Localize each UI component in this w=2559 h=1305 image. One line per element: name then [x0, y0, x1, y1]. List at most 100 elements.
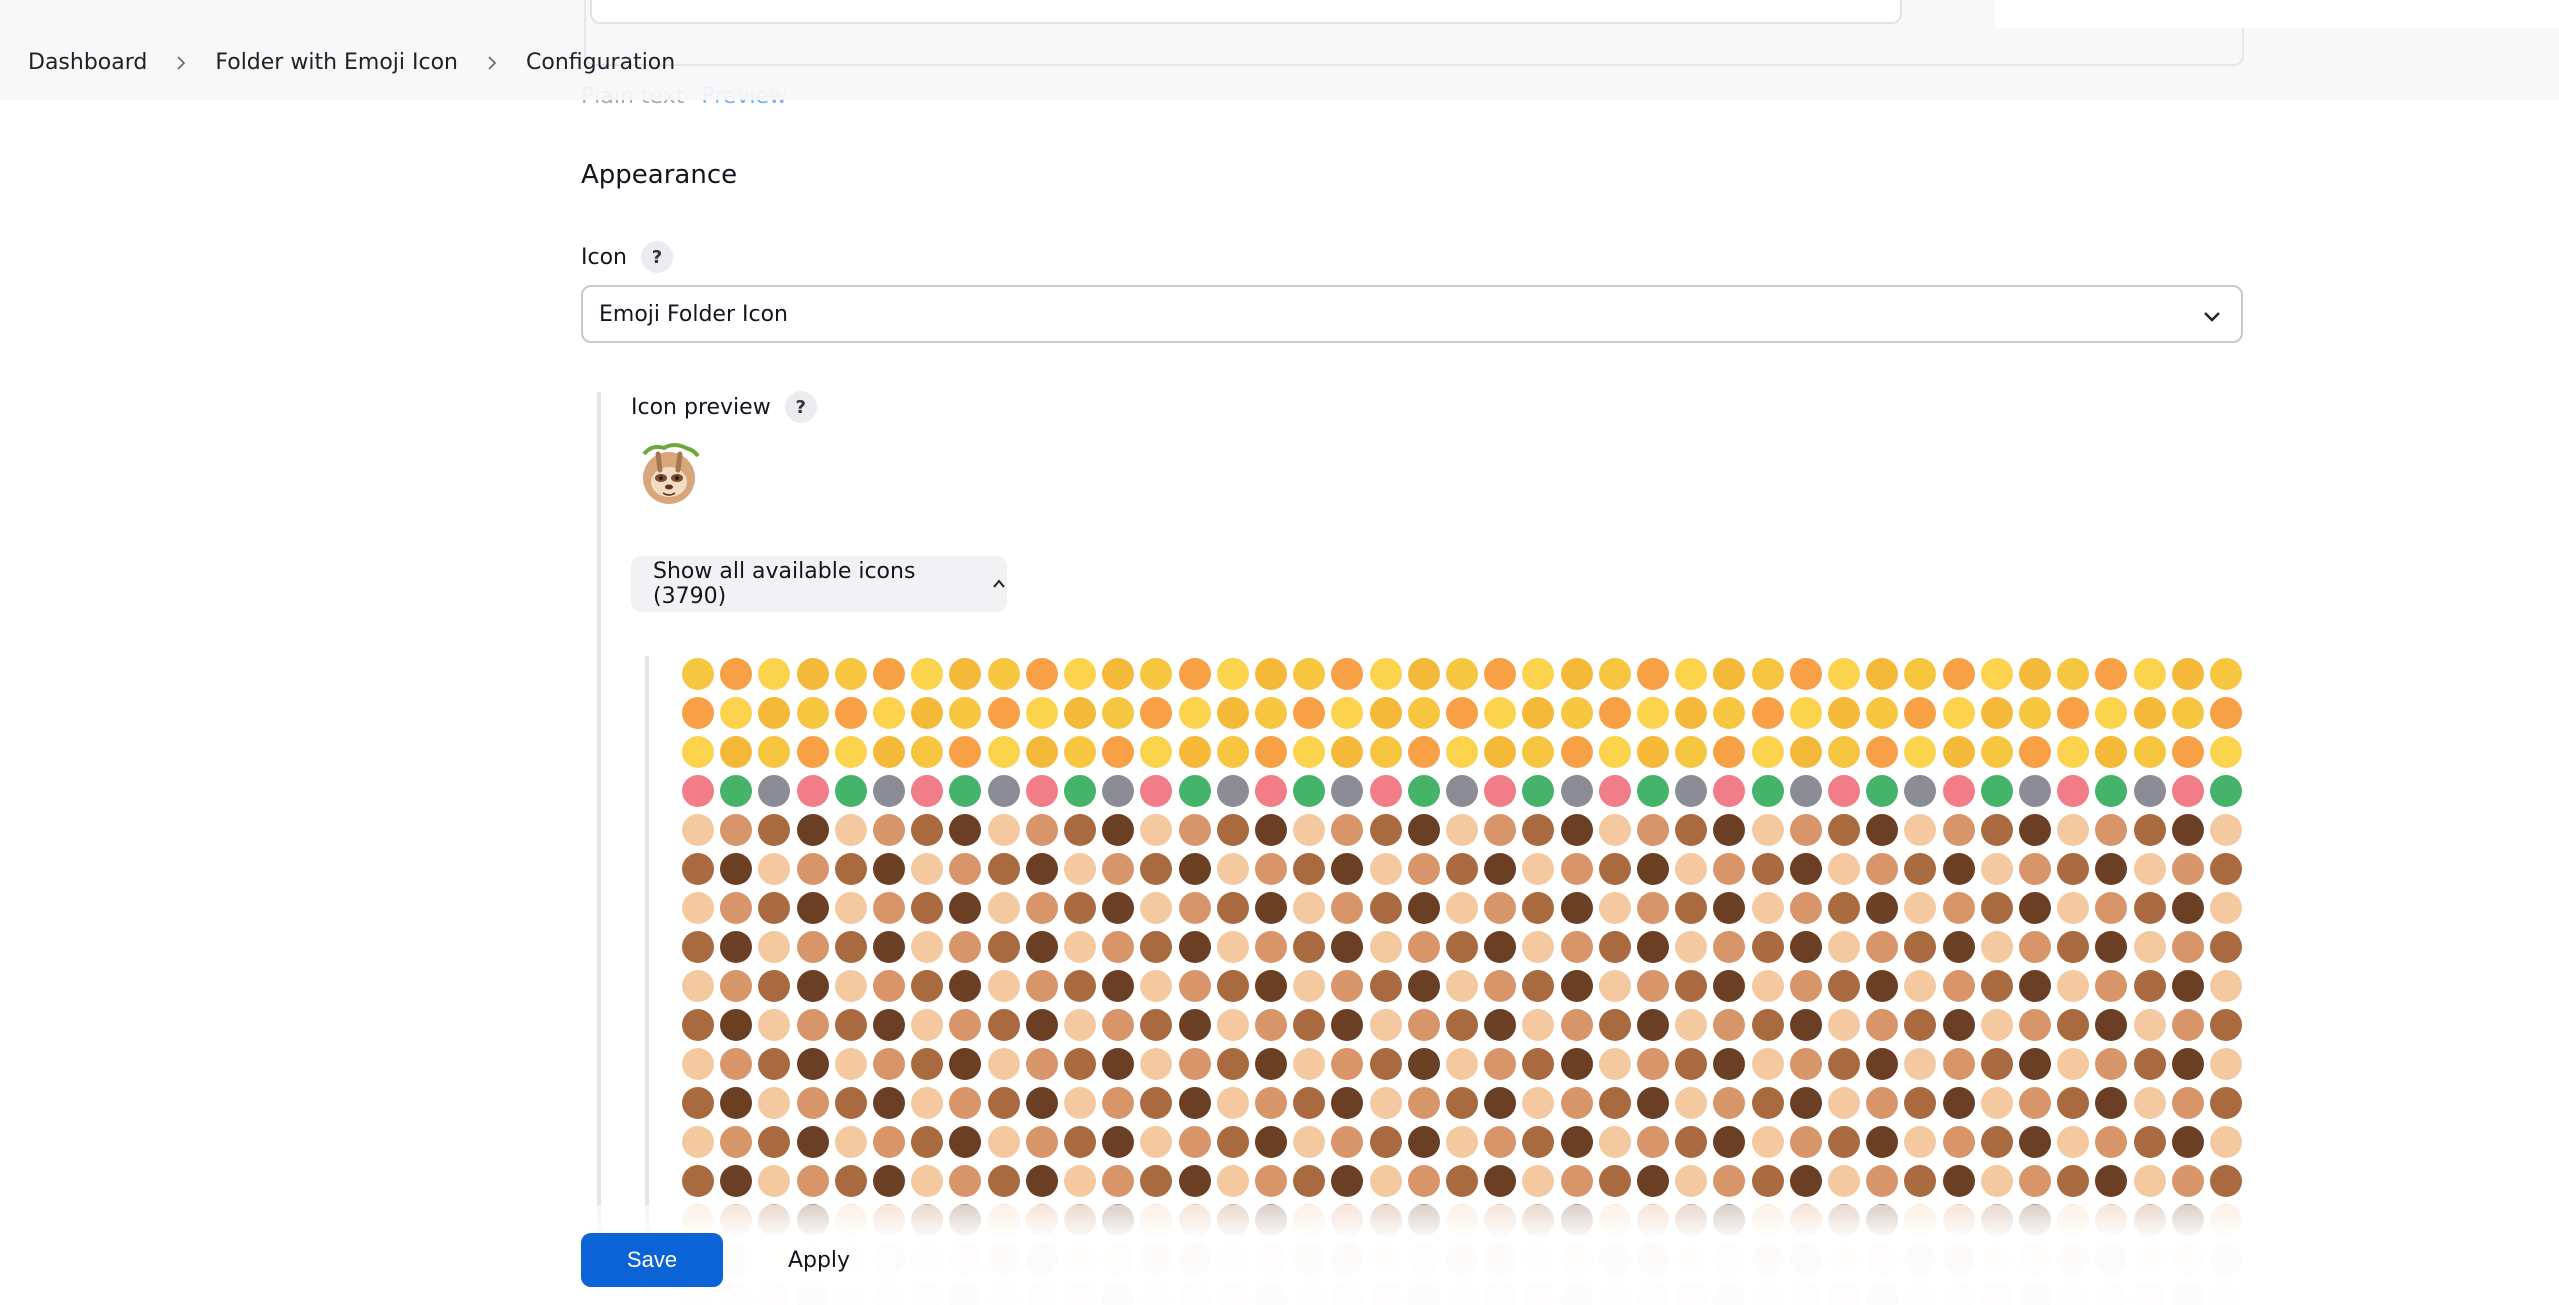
emoji-option[interactable]	[758, 814, 791, 846]
emoji-option[interactable]	[2057, 1048, 2090, 1080]
emoji-option[interactable]	[1140, 658, 1173, 690]
emoji-option[interactable]	[1140, 853, 1173, 885]
emoji-option[interactable]	[1751, 658, 1784, 690]
emoji-option[interactable]	[1828, 892, 1860, 924]
emoji-option[interactable]	[1598, 775, 1631, 807]
emoji-option[interactable]	[1828, 1009, 1860, 1041]
emoji-option[interactable]	[2171, 697, 2204, 729]
emoji-option[interactable]	[2019, 658, 2051, 690]
emoji-option[interactable]	[873, 736, 905, 768]
emoji-option[interactable]	[834, 658, 867, 690]
emoji-option[interactable]	[682, 1165, 714, 1197]
emoji-option[interactable]	[1064, 775, 1096, 807]
emoji-option[interactable]	[1064, 1165, 1096, 1197]
emoji-option[interactable]	[1178, 892, 1211, 924]
emoji-option[interactable]	[1407, 853, 1440, 885]
emoji-option[interactable]	[987, 1009, 1020, 1041]
emoji-option[interactable]	[2095, 814, 2128, 846]
emoji-option[interactable]	[1866, 658, 1899, 690]
emoji-option[interactable]	[1255, 736, 1287, 768]
emoji-option[interactable]	[1560, 697, 1593, 729]
emoji-option[interactable]	[1407, 1048, 1440, 1080]
emoji-option[interactable]	[1675, 775, 1708, 807]
emoji-option[interactable]	[1484, 775, 1517, 807]
emoji-option[interactable]	[1064, 892, 1096, 924]
emoji-option[interactable]	[796, 775, 829, 807]
emoji-option[interactable]	[1064, 1087, 1096, 1119]
emoji-option[interactable]	[1255, 1009, 1287, 1041]
emoji-option[interactable]	[1637, 697, 1669, 729]
emoji-option[interactable]	[1255, 1165, 1287, 1197]
emoji-option[interactable]	[1293, 658, 1326, 690]
breadcrumb-dashboard[interactable]: Dashboard	[28, 50, 147, 75]
emoji-option[interactable]	[873, 1009, 905, 1041]
show-all-icons-button[interactable]: Show all available icons (3790)	[631, 556, 1007, 612]
emoji-option[interactable]	[2171, 775, 2204, 807]
emoji-option[interactable]	[949, 1165, 982, 1197]
emoji-option[interactable]	[1598, 814, 1631, 846]
emoji-option[interactable]	[1828, 853, 1860, 885]
emoji-option[interactable]	[1407, 892, 1440, 924]
emoji-option[interactable]	[1789, 1165, 1822, 1197]
emoji-option[interactable]	[1828, 1165, 1860, 1197]
emoji-option[interactable]	[1675, 1009, 1708, 1041]
emoji-option[interactable]	[873, 970, 905, 1002]
emoji-option[interactable]	[834, 1087, 867, 1119]
emoji-option[interactable]	[720, 1165, 753, 1197]
emoji-option[interactable]	[1064, 1048, 1096, 1080]
emoji-option[interactable]	[1980, 931, 2013, 963]
emoji-option[interactable]	[1140, 775, 1173, 807]
emoji-option[interactable]	[1446, 970, 1478, 1002]
emoji-option[interactable]	[1025, 1126, 1058, 1158]
emoji-option[interactable]	[1140, 814, 1173, 846]
emoji-option[interactable]	[1216, 1165, 1249, 1197]
emoji-option[interactable]	[1293, 814, 1326, 846]
emoji-option[interactable]	[1522, 736, 1555, 768]
emoji-option[interactable]	[1178, 697, 1211, 729]
emoji-option[interactable]	[1675, 658, 1708, 690]
emoji-option[interactable]	[2210, 1009, 2242, 1041]
emoji-option[interactable]	[1369, 892, 1402, 924]
emoji-option[interactable]	[1789, 775, 1822, 807]
emoji-option[interactable]	[2133, 1165, 2166, 1197]
emoji-option[interactable]	[1216, 892, 1249, 924]
emoji-option[interactable]	[1102, 1009, 1135, 1041]
emoji-option[interactable]	[987, 1087, 1020, 1119]
emoji-option[interactable]	[1178, 736, 1211, 768]
emoji-option[interactable]	[2171, 814, 2204, 846]
emoji-option[interactable]	[2057, 775, 2090, 807]
emoji-option[interactable]	[1904, 736, 1937, 768]
emoji-option[interactable]	[1751, 970, 1784, 1002]
emoji-option[interactable]	[1828, 814, 1860, 846]
emoji-option[interactable]	[1789, 1009, 1822, 1041]
emoji-option[interactable]	[1980, 1126, 2013, 1158]
emoji-option[interactable]	[682, 1126, 714, 1158]
emoji-option[interactable]	[682, 1087, 714, 1119]
emoji-option[interactable]	[1560, 736, 1593, 768]
emoji-option[interactable]	[987, 1126, 1020, 1158]
emoji-option[interactable]	[1598, 970, 1631, 1002]
emoji-option[interactable]	[1293, 1048, 1326, 1080]
emoji-option[interactable]	[1637, 775, 1669, 807]
emoji-option[interactable]	[1866, 970, 1899, 1002]
emoji-option[interactable]	[1904, 1048, 1937, 1080]
emoji-option[interactable]	[2095, 1009, 2128, 1041]
emoji-option[interactable]	[720, 736, 753, 768]
emoji-option[interactable]	[1255, 1048, 1287, 1080]
emoji-option[interactable]	[2171, 1048, 2204, 1080]
emoji-option[interactable]	[1560, 970, 1593, 1002]
emoji-option[interactable]	[834, 736, 867, 768]
emoji-option[interactable]	[2095, 931, 2128, 963]
emoji-option[interactable]	[1140, 736, 1173, 768]
emoji-option[interactable]	[949, 736, 982, 768]
emoji-option[interactable]	[949, 1009, 982, 1041]
emoji-option[interactable]	[1216, 853, 1249, 885]
emoji-option[interactable]	[720, 853, 753, 885]
emoji-option[interactable]	[1025, 697, 1058, 729]
emoji-option[interactable]	[796, 970, 829, 1002]
emoji-option[interactable]	[1369, 1009, 1402, 1041]
emoji-option[interactable]	[2019, 1087, 2051, 1119]
emoji-option[interactable]	[1407, 1009, 1440, 1041]
emoji-option[interactable]	[1140, 970, 1173, 1002]
emoji-option[interactable]	[758, 736, 791, 768]
